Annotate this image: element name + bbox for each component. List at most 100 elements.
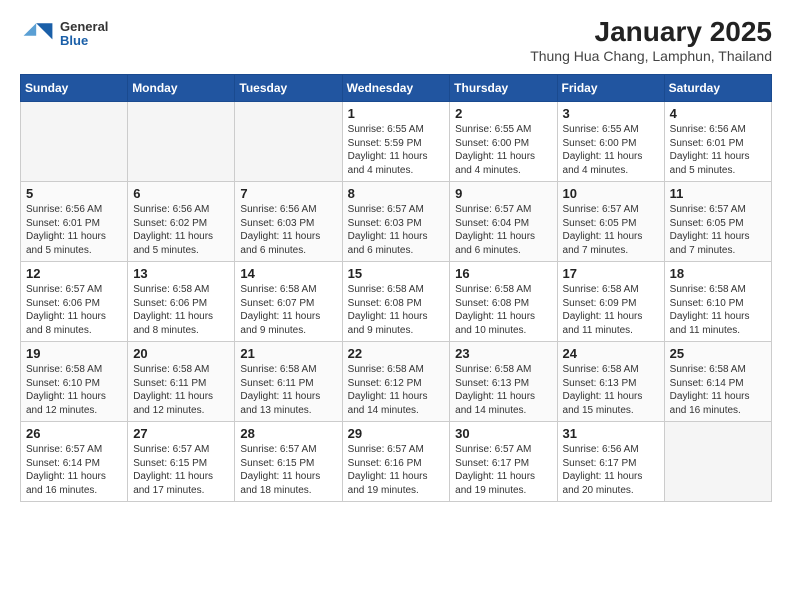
day-number: 27 — [133, 426, 229, 441]
calendar-week-row: 26 Sunrise: 6:57 AMSunset: 6:14 PMDayligh… — [21, 422, 772, 502]
calendar-day-cell: 3Sunrise: 6:55 AMSunset: 6:00 PMDaylight… — [557, 102, 664, 182]
day-number: 30 — [455, 426, 551, 441]
day-number: 28 — [240, 426, 336, 441]
day-number: 22 — [348, 346, 445, 361]
day-number: 25 — [670, 346, 766, 361]
calendar-day-cell: 30 Sunrise: 6:57 AMSunset: 6:17 PMDayligh… — [450, 422, 557, 502]
calendar-day-cell: 31 Sunrise: 6:56 AMSunset: 6:17 PMDayligh… — [557, 422, 664, 502]
day-info: Sunrise: 6:57 AMSunset: 6:04 PMDaylight:… — [455, 203, 551, 257]
day-number: 11 — [670, 186, 766, 201]
day-info: Sunrise: 6:58 AMSunset: 6:07 PMDaylight:… — [240, 283, 336, 337]
calendar-day-cell: 21Sunrise: 6:58 AMSunset: 6:11 PMDayligh… — [235, 342, 342, 422]
location: Thung Hua Chang, Lamphun, Thailand — [530, 48, 772, 64]
logo-blue: Blue — [60, 34, 108, 48]
day-info: Sunrise: 6:55 AMSunset: 6:00 PMDaylight:… — [455, 123, 551, 177]
day-number: 26 — [26, 426, 122, 441]
day-number: 16 — [455, 266, 551, 281]
day-info: Sunrise: 6:58 AMSunset: 6:08 PMDaylight:… — [348, 283, 445, 337]
calendar-day-header: Tuesday — [235, 75, 342, 102]
calendar-day-cell: 24Sunrise: 6:58 AMSunset: 6:13 PMDayligh… — [557, 342, 664, 422]
calendar-day-cell: 7 Sunrise: 6:56 AMSunset: 6:03 PMDaylight… — [235, 182, 342, 262]
day-number: 18 — [670, 266, 766, 281]
calendar-day-header: Saturday — [664, 75, 771, 102]
day-number: 2 — [455, 106, 551, 121]
calendar: SundayMondayTuesdayWednesdayThursdayFrid… — [20, 74, 772, 502]
day-info: Sunrise: 6:58 AMSunset: 6:13 PMDaylight:… — [455, 363, 551, 417]
calendar-day-cell: 27 Sunrise: 6:57 AMSunset: 6:15 PMDayligh… — [128, 422, 235, 502]
day-number: 9 — [455, 186, 551, 201]
page-header: General Blue January 2025 Thung Hua Chan… — [20, 16, 772, 64]
calendar-day-cell: 23 Sunrise: 6:58 AMSunset: 6:13 PMDayligh… — [450, 342, 557, 422]
day-number: 1 — [348, 106, 445, 121]
calendar-week-row: 1 Sunrise: 6:55 AMSunset: 5:59 PMDaylight… — [21, 102, 772, 182]
day-number: 13 — [133, 266, 229, 281]
calendar-week-row: 19 Sunrise: 6:58 AMSunset: 6:10 PMDayligh… — [21, 342, 772, 422]
calendar-day-cell: 15 Sunrise: 6:58 AMSunset: 6:08 PMDayligh… — [342, 262, 450, 342]
calendar-day-cell: 1 Sunrise: 6:55 AMSunset: 5:59 PMDaylight… — [342, 102, 450, 182]
calendar-day-cell: 9 Sunrise: 6:57 AMSunset: 6:04 PMDaylight… — [450, 182, 557, 262]
title-block: January 2025 Thung Hua Chang, Lamphun, T… — [530, 16, 772, 64]
day-number: 15 — [348, 266, 445, 281]
day-info: Sunrise: 6:55 AMSunset: 5:59 PMDaylight:… — [348, 123, 445, 177]
day-number: 8 — [348, 186, 445, 201]
day-info: Sunrise: 6:56 AMSunset: 6:03 PMDaylight:… — [240, 203, 336, 257]
day-info: Sunrise: 6:58 AMSunset: 6:10 PMDaylight:… — [26, 363, 122, 417]
day-number: 17 — [563, 266, 659, 281]
calendar-day-cell: 14 Sunrise: 6:58 AMSunset: 6:07 PMDayligh… — [235, 262, 342, 342]
logo-general: General — [60, 20, 108, 34]
calendar-day-cell: 13Sunrise: 6:58 AMSunset: 6:06 PMDayligh… — [128, 262, 235, 342]
calendar-day-cell — [21, 102, 128, 182]
calendar-day-cell — [128, 102, 235, 182]
calendar-day-cell: 11 Sunrise: 6:57 AMSunset: 6:05 PMDayligh… — [664, 182, 771, 262]
day-info: Sunrise: 6:56 AMSunset: 6:17 PMDaylight:… — [563, 443, 659, 497]
day-number: 20 — [133, 346, 229, 361]
calendar-day-cell: 16Sunrise: 6:58 AMSunset: 6:08 PMDayligh… — [450, 262, 557, 342]
day-info: Sunrise: 6:57 AMSunset: 6:15 PMDaylight:… — [133, 443, 229, 497]
calendar-day-cell: 6Sunrise: 6:56 AMSunset: 6:02 PMDaylight… — [128, 182, 235, 262]
day-info: Sunrise: 6:57 AMSunset: 6:03 PMDaylight:… — [348, 203, 445, 257]
month-year: January 2025 — [530, 16, 772, 48]
calendar-day-header: Sunday — [21, 75, 128, 102]
day-info: Sunrise: 6:57 AMSunset: 6:05 PMDaylight:… — [563, 203, 659, 257]
calendar-header-row: SundayMondayTuesdayWednesdayThursdayFrid… — [21, 75, 772, 102]
day-number: 19 — [26, 346, 122, 361]
day-number: 21 — [240, 346, 336, 361]
day-info: Sunrise: 6:58 AMSunset: 6:12 PMDaylight:… — [348, 363, 445, 417]
day-info: Sunrise: 6:57 AMSunset: 6:14 PMDaylight:… — [26, 443, 122, 497]
day-number: 14 — [240, 266, 336, 281]
calendar-day-header: Monday — [128, 75, 235, 102]
logo-icon — [20, 16, 56, 52]
calendar-day-cell: 5 Sunrise: 6:56 AMSunset: 6:01 PMDaylight… — [21, 182, 128, 262]
day-info: Sunrise: 6:58 AMSunset: 6:10 PMDaylight:… — [670, 283, 766, 337]
calendar-day-cell — [235, 102, 342, 182]
logo: General Blue — [20, 16, 108, 52]
day-number: 4 — [670, 106, 766, 121]
day-number: 12 — [26, 266, 122, 281]
calendar-day-header: Wednesday — [342, 75, 450, 102]
day-info: Sunrise: 6:57 AMSunset: 6:05 PMDaylight:… — [670, 203, 766, 257]
day-info: Sunrise: 6:58 AMSunset: 6:09 PMDaylight:… — [563, 283, 659, 337]
day-number: 7 — [240, 186, 336, 201]
calendar-day-cell: 25Sunrise: 6:58 AMSunset: 6:14 PMDayligh… — [664, 342, 771, 422]
calendar-day-header: Thursday — [450, 75, 557, 102]
day-number: 23 — [455, 346, 551, 361]
calendar-day-cell: 20Sunrise: 6:58 AMSunset: 6:11 PMDayligh… — [128, 342, 235, 422]
day-info: Sunrise: 6:57 AMSunset: 6:16 PMDaylight:… — [348, 443, 445, 497]
calendar-day-cell: 10Sunrise: 6:57 AMSunset: 6:05 PMDayligh… — [557, 182, 664, 262]
day-number: 3 — [563, 106, 659, 121]
day-number: 31 — [563, 426, 659, 441]
calendar-day-cell: 26 Sunrise: 6:57 AMSunset: 6:14 PMDayligh… — [21, 422, 128, 502]
day-info: Sunrise: 6:56 AMSunset: 6:01 PMDaylight:… — [26, 203, 122, 257]
calendar-day-cell — [664, 422, 771, 502]
calendar-day-cell: 17 Sunrise: 6:58 AMSunset: 6:09 PMDayligh… — [557, 262, 664, 342]
day-info: Sunrise: 6:56 AMSunset: 6:01 PMDaylight:… — [670, 123, 766, 177]
calendar-day-cell: 8 Sunrise: 6:57 AMSunset: 6:03 PMDaylight… — [342, 182, 450, 262]
calendar-day-cell: 2 Sunrise: 6:55 AMSunset: 6:00 PMDaylight… — [450, 102, 557, 182]
day-info: Sunrise: 6:57 AMSunset: 6:06 PMDaylight:… — [26, 283, 122, 337]
day-number: 5 — [26, 186, 122, 201]
calendar-day-cell: 12 Sunrise: 6:57 AMSunset: 6:06 PMDayligh… — [21, 262, 128, 342]
day-info: Sunrise: 6:56 AMSunset: 6:02 PMDaylight:… — [133, 203, 229, 257]
day-info: Sunrise: 6:57 AMSunset: 6:17 PMDaylight:… — [455, 443, 551, 497]
day-info: Sunrise: 6:58 AMSunset: 6:13 PMDaylight:… — [563, 363, 659, 417]
calendar-day-cell: 18 Sunrise: 6:58 AMSunset: 6:10 PMDayligh… — [664, 262, 771, 342]
